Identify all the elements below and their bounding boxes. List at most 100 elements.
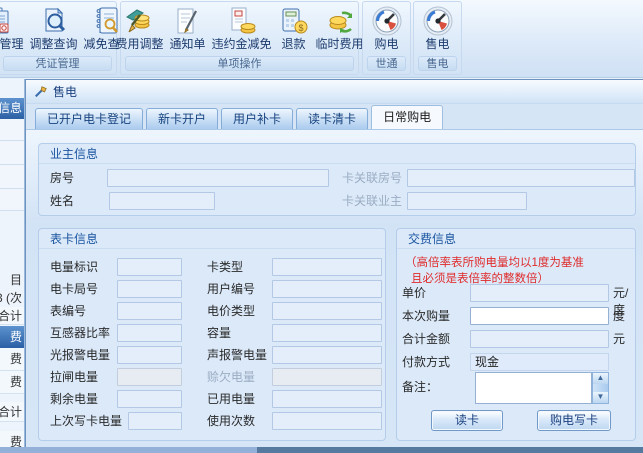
capacity-field (272, 324, 382, 342)
refund-button[interactable]: $ 退款 (275, 5, 313, 51)
owner-name-field (109, 192, 215, 210)
owner-info-title: 业主信息 (39, 144, 635, 164)
coins-refresh-icon (324, 5, 356, 37)
price-type-field (272, 302, 382, 320)
tab-daily-purchase[interactable]: 日常购电 (371, 105, 443, 129)
rate-note-line1: （高倍率表所购电量均以1度为基准 (405, 254, 584, 270)
panel-title: 售电 (53, 83, 77, 100)
meter-number-field (117, 302, 182, 320)
sidebar-item[interactable]: 信息 (0, 98, 24, 119)
last-write-power-label: 上次写卡电量 (50, 413, 122, 430)
remaining-power-field (117, 390, 182, 408)
status-strip-left (0, 447, 257, 453)
used-power-label: 已用电量 (207, 391, 255, 408)
credit-power-label: 赊欠电量 (207, 369, 255, 386)
sidebar-item[interactable]: 缴合计 (0, 307, 24, 325)
tab-new-card-account[interactable]: 新卡开户 (146, 108, 218, 129)
meter-card-info-group: 表卡信息 电量标识 卡类型 电卡局号 用户编号 表编号 电价类型 互感器比率 容… (38, 228, 386, 441)
voucher-manage-button[interactable]: 凭证管理 (0, 5, 27, 51)
total-amount-field (470, 330, 609, 348)
ribbon-item-label: 退款 (282, 37, 306, 51)
card-bureau-no-label: 电卡局号 (50, 281, 98, 298)
penalty-waiver-button[interactable]: 违约金减免 (209, 5, 275, 51)
total-amount-label: 合计金额 (402, 331, 450, 348)
card-type-label: 卡类型 (207, 259, 243, 276)
ribbon-item-label: 临时费用 (316, 37, 364, 51)
ribbon-group-caption: 售电 (418, 56, 457, 71)
sidebar-row (0, 165, 25, 189)
card-linked-room-field (407, 169, 635, 187)
remark-textarea[interactable] (475, 372, 592, 404)
card-bureau-no-field (117, 280, 182, 298)
status-strip-right (257, 447, 643, 453)
ribbon-group-shitong: 购电 世通 (362, 1, 411, 75)
sound-alarm-label: 声报警电量 (207, 347, 267, 364)
tab-read-clear-card[interactable]: 读卡清卡 (296, 108, 368, 129)
penalty-coins-icon (226, 5, 258, 37)
temp-fee-button[interactable]: 临时费用 (313, 5, 367, 51)
trip-power-field (117, 368, 182, 386)
purchase-qty-input[interactable] (470, 307, 609, 325)
coins-pencil-icon (123, 5, 155, 37)
sidebar-item[interactable]: 费 (0, 371, 24, 394)
sidebar-item[interactable]: 费 (0, 348, 24, 371)
ribbon-item-label: 调整查询 (30, 37, 78, 51)
payment-info-title: 交费信息 (397, 229, 635, 249)
adjust-query-button[interactable]: 调整查询 (27, 5, 81, 51)
room-number-label: 房号 (50, 170, 74, 187)
ct-ratio-label: 互感器比率 (50, 325, 110, 342)
ribbon-group-caption: 单项操作 (125, 56, 354, 71)
tab-replace-card[interactable]: 用户补卡 (221, 108, 293, 129)
tab-registered-card[interactable]: 已开户电卡登记 (35, 108, 143, 129)
sell-power-button[interactable]: 售电 (419, 5, 457, 51)
ribbon-item-label: 凭证管理 (0, 37, 24, 51)
read-card-button[interactable]: 读卡 (431, 410, 503, 431)
ribbon-item-label: 费用调整 (115, 37, 163, 51)
last-write-power-field (128, 412, 182, 430)
meter-card-info-title: 表卡信息 (39, 229, 385, 249)
sidebar-item[interactable]: 缴合计 (0, 402, 24, 422)
ct-ratio-field (117, 324, 182, 342)
scroll-up-icon[interactable]: ▲ (593, 373, 608, 384)
scroll-down-icon[interactable]: ▼ (593, 392, 608, 403)
meter-gauge-icon (422, 5, 454, 37)
ribbon-group-caption: 凭证管理 (3, 56, 112, 71)
remark-scrollbar[interactable]: ▲ ▼ (592, 372, 609, 404)
total-amount-unit: 元 (613, 331, 625, 348)
payment-method-label: 付款方式 (402, 354, 450, 371)
trip-power-label: 拉闸电量 (50, 369, 98, 386)
sidebar-row (0, 141, 25, 165)
owner-name-label: 姓名 (50, 193, 74, 210)
sell-power-panel: 售电 已开户电卡登记 新卡开户 用户补卡 读卡清卡 日常购电 业主信息 房号 卡… (25, 79, 643, 447)
capacity-label: 容量 (207, 325, 231, 342)
card-linked-room-label: 卡关联房号 (342, 170, 402, 187)
purchase-write-card-button[interactable]: 购电写卡 (537, 410, 611, 431)
ribbon-item-label: 违约金减免 (212, 37, 272, 51)
used-power-field (272, 390, 382, 408)
ribbon-item-label: 通知单 (169, 37, 205, 51)
left-navigation-panel: 信息 目 3 (次 缴合计 费 费 费 缴合计 费 (0, 79, 25, 453)
document-search-icon (38, 5, 70, 37)
power-flag-field (117, 258, 182, 276)
tab-page-daily-purchase: 业主信息 房号 卡关联房号 姓名 卡关联业主 表卡信息 电量标识 卡类型 电卡局… (26, 129, 643, 447)
notice-button[interactable]: 通知单 (166, 5, 208, 51)
meter-number-label: 表编号 (50, 303, 86, 320)
buy-power-button[interactable]: 购电 (368, 5, 406, 51)
remaining-power-label: 剩余电量 (50, 391, 98, 408)
ribbon-item-label: 购电 (374, 37, 398, 51)
sidebar-item[interactable]: 3 (次 (0, 290, 24, 307)
usage-count-label: 使用次数 (207, 413, 255, 430)
sidebar-row (0, 189, 25, 211)
fee-adjust-button[interactable]: 费用调整 (112, 5, 166, 51)
ribbon-group-single-ops: 费用调整 通知单 (120, 1, 359, 75)
ribbon-toolbar: 凭证管理 调整查询 (0, 0, 643, 78)
unit-price-field (470, 284, 609, 302)
sidebar-item[interactable]: 目 (0, 272, 24, 289)
voucher-ledger-icon (0, 5, 15, 37)
payment-info-group: 交费信息 （高倍率表所购电量均以1度为基准 且必须是表倍率的整数倍） 单价 元/… (396, 228, 636, 441)
sound-alarm-field (272, 346, 382, 364)
sidebar-item[interactable]: 费 (0, 326, 24, 348)
user-number-label: 用户编号 (207, 281, 255, 298)
ribbon-group-sell: 售电 售电 (413, 1, 462, 75)
light-alarm-field (117, 346, 182, 364)
